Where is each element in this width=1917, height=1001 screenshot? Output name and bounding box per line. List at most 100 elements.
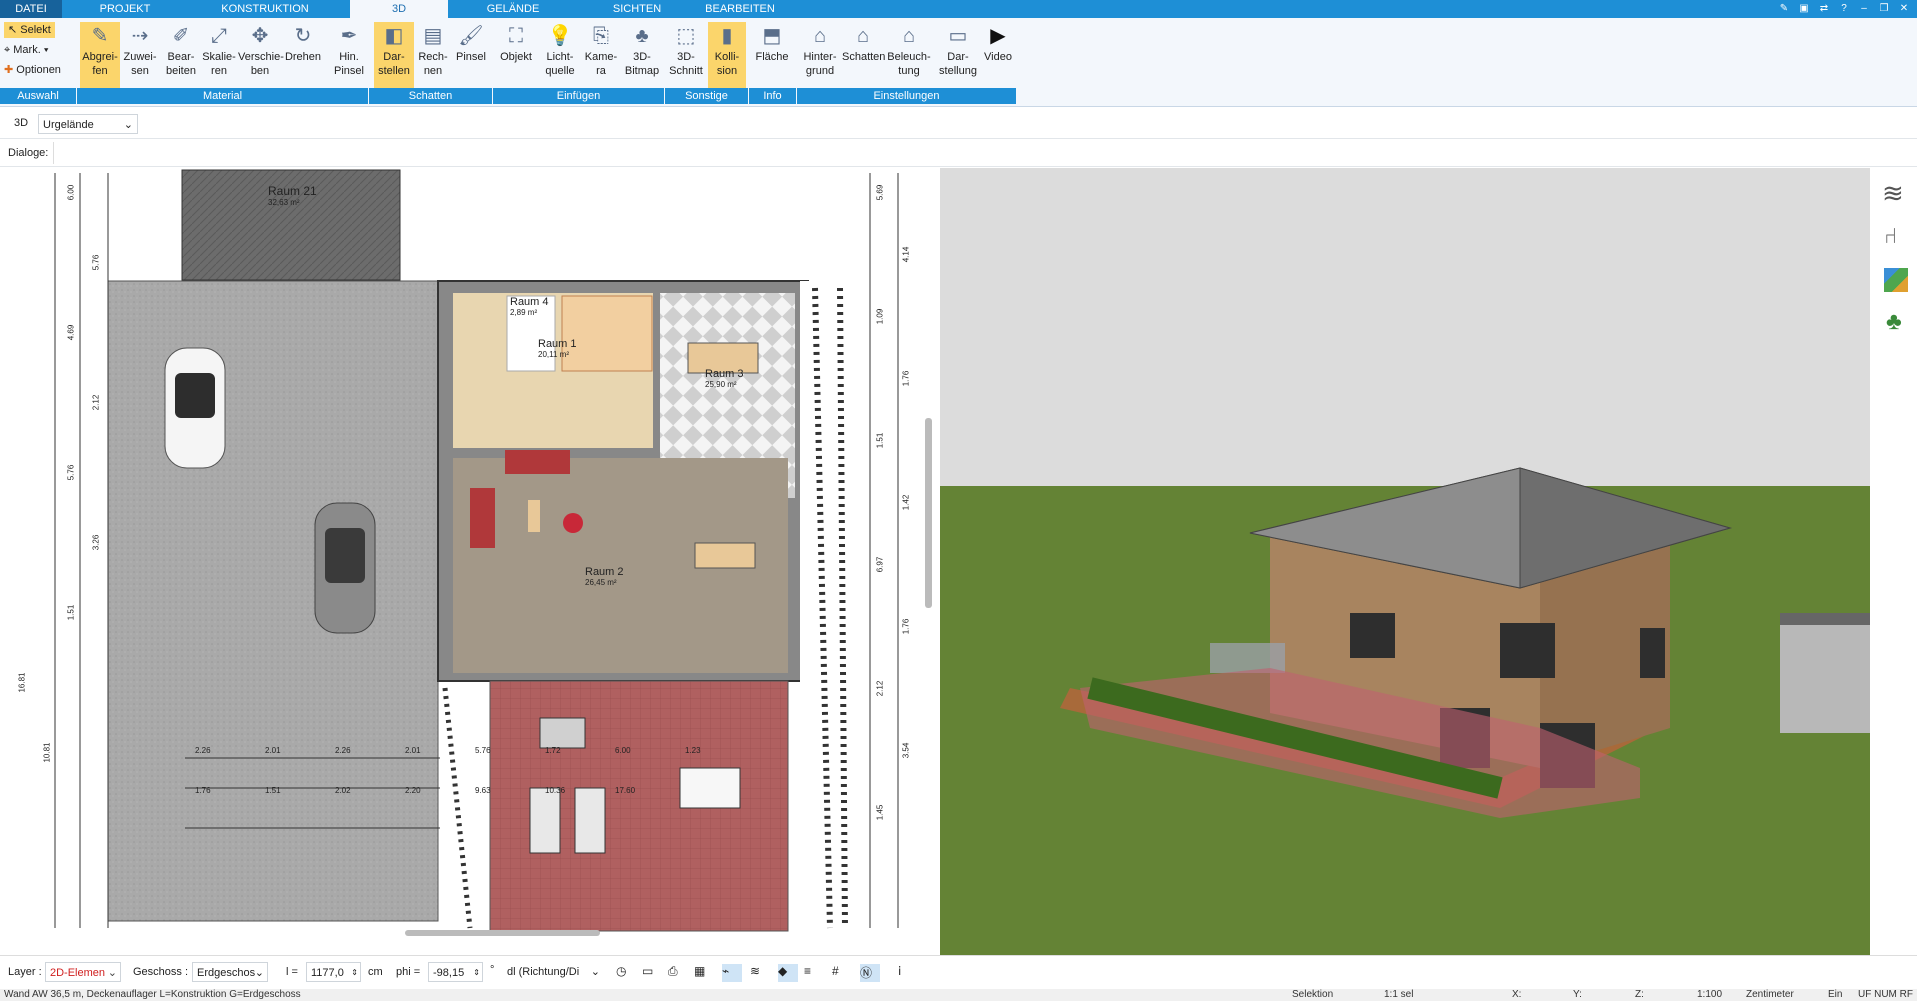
ribbon-button-17[interactable]: ⌂ Hinter-grund — [798, 22, 842, 88]
floor-plan-view[interactable]: Raum 21 32,63 m² Raum 4 2,89 m² Raum 1 2… — [0, 168, 941, 940]
close-icon[interactable]: ✕ — [1896, 1, 1912, 16]
dimension-label: 10.81 — [42, 742, 52, 763]
stepper-icon[interactable]: ⇕ — [351, 963, 358, 983]
options-button[interactable]: ✚ Optionen — [4, 62, 61, 78]
ribbon-button-13[interactable]: ♣ 3D- Bitmap — [622, 22, 662, 88]
folder-icon[interactable]: ▣ — [1796, 1, 1812, 16]
object-icon[interactable]: ▦ — [694, 964, 714, 982]
menu-tab-bearbeiten[interactable]: BEARBEITEN — [700, 0, 780, 18]
shadow-house-icon: ⌂ — [856, 25, 870, 47]
ribbon-button-21[interactable]: ▶ Video — [978, 22, 1018, 88]
north-icon[interactable]: Ⓝ — [860, 964, 880, 982]
layers-icon[interactable]: ≋ — [1882, 178, 1904, 209]
monitor-icon[interactable]: ▭ — [642, 964, 662, 982]
plus-icon: ✚ — [4, 64, 14, 76]
dimension-label: 3.26 — [91, 534, 101, 551]
ribbon-button-15[interactable]: ▮ Kolli-sion — [708, 22, 746, 88]
menu-tab-3d[interactable]: 3D — [350, 0, 448, 18]
ribbon-button-7[interactable]: ◧ Dar-stellen — [374, 22, 414, 88]
direction-select[interactable]: dl (Richtung/Di ⌄ — [503, 962, 603, 982]
menu-tab-datei[interactable]: DATEI — [0, 0, 62, 18]
dimension-label: 2.01 — [405, 746, 421, 755]
menu-tab-gelaende[interactable]: GELÄNDE — [470, 0, 556, 18]
ribbon-button-label: Objekt — [500, 51, 532, 63]
help-icon[interactable]: ? — [1836, 1, 1852, 16]
ribbon-button-18[interactable]: ⌂ Schatten — [842, 22, 885, 88]
length-label: l = — [286, 966, 298, 978]
ribbon-button-label: Beleuch- — [887, 51, 931, 63]
snap-icon[interactable]: ⌁ — [722, 964, 742, 982]
tree-icon: ♣ — [635, 25, 649, 47]
floor-plan-drawing[interactable] — [0, 168, 940, 940]
geschoss-select[interactable]: Erdgeschos ⌄ — [192, 962, 268, 982]
light-house-icon: ⌂ — [902, 25, 916, 47]
room-label-raum-4: Raum 4 — [510, 296, 549, 308]
ribbon-button-0[interactable]: ✎ Abgrei-fen — [80, 22, 120, 88]
clock-icon[interactable]: ◷ — [616, 964, 636, 982]
chevron-down-icon: ⌄ — [123, 119, 133, 131]
wall-icon[interactable]: ≋ — [750, 964, 770, 982]
menu-bar: DATEI PROJEKT KONSTRUKTION 3D GELÄNDE SI… — [0, 0, 1917, 18]
dimension-label: 1.45 — [875, 804, 885, 821]
ribbon-button-11[interactable]: 💡 Licht-quelle — [540, 22, 580, 88]
ribbon-button-3[interactable]: ⤢ Skalie-ren — [199, 22, 239, 88]
ribbon-button-12[interactable]: ⎘ Kame-ra — [582, 22, 620, 88]
layer-select[interactable]: 2D-Elemen ⌄ — [45, 962, 121, 982]
ribbon-button-label: 3D- — [677, 51, 695, 63]
3d-view[interactable] — [940, 168, 1870, 958]
layer-label: Layer : — [8, 966, 42, 978]
diamond-icon[interactable]: ◆ — [778, 964, 798, 982]
shade-icon: ◧ — [384, 25, 404, 47]
divider — [53, 142, 54, 164]
materials-icon[interactable] — [1884, 268, 1908, 292]
mark-button[interactable]: ⌖ Mark. ▾ — [4, 42, 48, 58]
layers-icon[interactable]: ≡ — [804, 964, 824, 982]
ribbon-button-1[interactable]: ⇢ Zuwei-sen — [120, 22, 160, 88]
ribbon-button-2[interactable]: ✐ Bear-beiten — [160, 22, 202, 88]
ribbon-button-label: Zuwei- — [123, 51, 157, 63]
ribbon-button-20[interactable]: ▭ Dar-stellung — [936, 22, 980, 88]
ribbon-button-10[interactable]: ⛶ Objekt — [496, 22, 536, 88]
terrain-select[interactable]: Urgelände ⌄ — [38, 114, 138, 134]
menu-tab-projekt[interactable]: PROJEKT — [90, 0, 160, 18]
background-icon: ⌂ — [813, 25, 827, 47]
dimension-label: 2.26 — [195, 746, 211, 755]
3d-house-render[interactable] — [940, 168, 1870, 958]
grid-icon[interactable]: # — [832, 964, 852, 982]
menu-tab-sichten[interactable]: SICHTEN — [600, 0, 674, 18]
info-icon[interactable]: ⅰ — [898, 964, 918, 982]
dimension-label: 5.76 — [66, 464, 76, 481]
eyedropper-icon: ✎ — [91, 25, 109, 47]
print-icon[interactable]: ⎙ — [668, 964, 688, 982]
ribbon-button-19[interactable]: ⌂ Beleuch-tung — [886, 22, 932, 88]
ribbon-button-14[interactable]: ⬚ 3D- Schnitt — [668, 22, 704, 88]
dimension-label: 17.60 — [615, 786, 636, 795]
phi-label: phi = — [396, 966, 421, 978]
ribbon-button-9[interactable]: 🖌 Pinsel — [452, 22, 490, 88]
room-area-raum-3: 25,90 m² — [705, 380, 737, 389]
status-z: Z: — [1635, 989, 1644, 1000]
share-icon[interactable]: ⇄ — [1816, 1, 1832, 16]
stepper-icon[interactable]: ⇕ — [473, 963, 480, 983]
ribbon-button-5[interactable]: ↻ Drehen — [284, 22, 322, 88]
ribbon-button-16[interactable]: ⬒ Fläche — [750, 22, 794, 88]
ribbon-button-6[interactable]: ✒ Hin. Pinsel — [328, 22, 370, 88]
ribbon-button-4[interactable]: ✥ Verschie-ben — [238, 22, 284, 88]
select-button[interactable]: ↖ Selekt — [4, 22, 55, 38]
tree-icon[interactable]: ♣ — [1886, 308, 1902, 336]
options-label: Optionen — [16, 64, 61, 76]
tools-icon[interactable]: ✎ — [1776, 1, 1792, 16]
phi-input[interactable]: -98,15 ⇕ — [428, 962, 483, 982]
object-icon: ⛶ — [509, 25, 523, 47]
chair-icon[interactable]: ⑁ — [1884, 223, 1897, 249]
play-icon: ▶ — [990, 25, 1006, 47]
ribbon-button-8[interactable]: ▤ Rech-nen — [414, 22, 452, 88]
length-input[interactable]: 1177,0 ⇕ — [306, 962, 361, 982]
minimize-icon[interactable]: – — [1856, 1, 1872, 16]
restore-icon[interactable]: ❐ — [1876, 1, 1892, 16]
dimension-label: 1.51 — [66, 604, 76, 621]
group-sonstige: Sonstige — [665, 88, 749, 104]
geschoss-label: Geschoss : — [133, 966, 189, 978]
menu-tab-konstruktion[interactable]: KONSTRUKTION — [210, 0, 320, 18]
dimension-label: 10.36 — [545, 786, 566, 795]
